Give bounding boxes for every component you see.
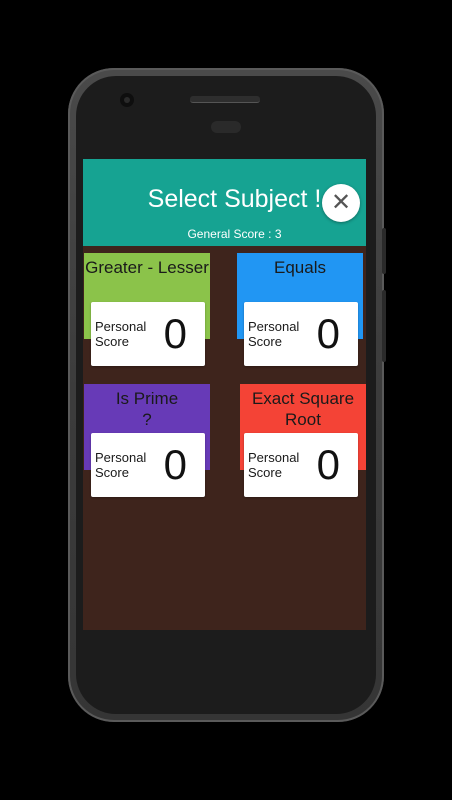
subject-title: Equals [274,258,326,277]
personal-score-label: Personal Score [95,450,147,480]
close-icon: ✕ [330,189,352,216]
personal-score-label: Personal Score [248,319,300,349]
volume-button [382,228,386,274]
personal-score-value: 0 [316,441,340,488]
personal-score-value: 0 [316,310,340,357]
personal-score-box: Personal Score 0 [244,433,358,497]
general-score: General Score : 3 [187,227,282,241]
app-screen: Select Subject ! General Score : 3 ✕ Gre… [83,159,366,630]
subject-title: Exact Square Root [251,389,355,429]
personal-score-box: Personal Score 0 [244,302,358,366]
proximity-sensor [211,121,241,133]
header-bar: Select Subject ! General Score : 3 ✕ [83,159,366,246]
personal-score-box: Personal Score 0 [91,302,205,366]
personal-score-box: Personal Score 0 [91,433,205,497]
front-camera-icon [120,93,134,107]
personal-score-value: 0 [163,441,187,488]
subject-title: Greater - Lesser [85,258,209,277]
personal-score-label: Personal Score [95,319,147,349]
earpiece-speaker [190,96,260,103]
close-button[interactable]: ✕ [322,184,360,222]
subject-title: Is Prime ? [115,389,179,429]
personal-score-value: 0 [163,310,187,357]
power-button [382,290,386,362]
personal-score-label: Personal Score [248,450,300,480]
